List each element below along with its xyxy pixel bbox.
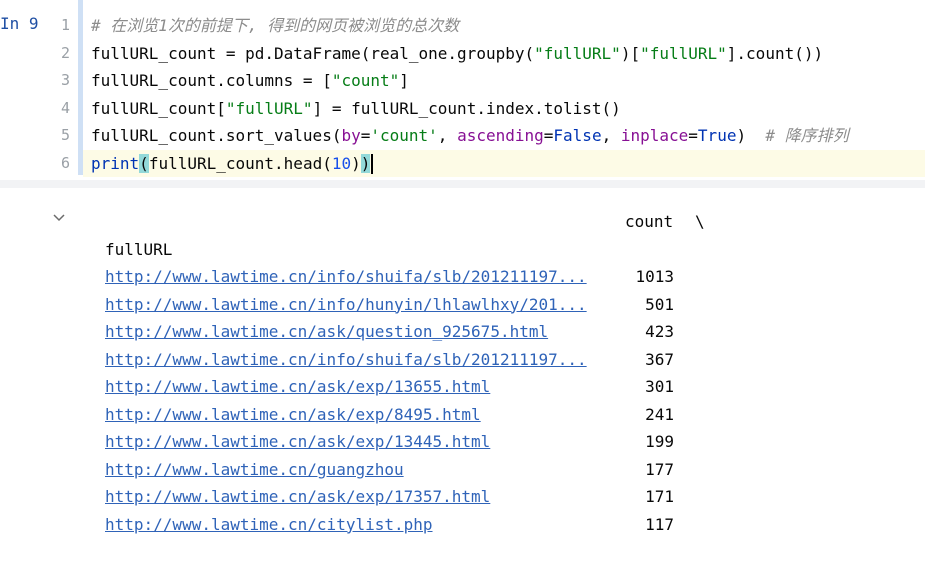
code-text: fullURL_count.head( (148, 153, 332, 173)
code-string: "count" (331, 71, 400, 90)
column-header-count: count (625, 212, 674, 231)
code-string: "fullURL" (640, 43, 727, 63)
url-link[interactable]: http://www.lawtime.cn/ask/exp/17357.html (105, 487, 490, 506)
matched-paren: ( (139, 153, 149, 173)
code-text: ) (736, 126, 747, 145)
code-kwarg: by (341, 126, 361, 145)
code-text: = (543, 126, 554, 145)
cell-output: count \ fullURL http://www.lawtime.cn/in… (105, 208, 725, 538)
code-builtin: print (91, 153, 140, 173)
code-string: "fullURL" (534, 43, 621, 63)
code-line-3[interactable]: fullURL_count.columns = ["count"] (83, 67, 925, 95)
code-text: fullURL_count.columns = [ (91, 71, 332, 90)
count-value: 117 (645, 514, 674, 534)
count-value: 367 (645, 349, 674, 369)
url-link[interactable]: http://www.lawtime.cn/citylist.php (105, 515, 433, 534)
url-link[interactable]: http://www.lawtime.cn/info/shuifa/slb/20… (105, 267, 587, 286)
code-number: 10 (331, 153, 352, 173)
line-number: 4 (60, 98, 70, 117)
table-row: http://www.lawtime.cn/ask/exp/17357.html… (105, 483, 725, 511)
code-comment: # 在浏览1次的前提下, 得到的网页被浏览的总次数 (91, 16, 460, 35)
code-constant: True (697, 126, 737, 145)
code-text: fullURL_count.sort_values( (91, 126, 342, 145)
code-text: fullURL_count = pd.DataFrame(real_one.gr… (91, 43, 535, 63)
table-row: http://www.lawtime.cn/info/shuifa/slb/20… (105, 263, 725, 291)
text-cursor (371, 154, 374, 174)
code-editor[interactable]: # 在浏览1次的前提下, 得到的网页被浏览的总次数 fullURL_count … (83, 12, 925, 177)
line-number: 5 (60, 126, 70, 144)
chevron-down-icon[interactable] (53, 210, 65, 226)
count-value: 177 (645, 459, 674, 479)
count-value: 199 (645, 432, 674, 451)
code-kwarg: ascending (457, 126, 544, 145)
table-row: http://www.lawtime.cn/ask/exp/13445.html… (105, 428, 725, 456)
url-link[interactable]: http://www.lawtime.cn/info/shuifa/slb/20… (105, 350, 587, 369)
table-row: http://www.lawtime.cn/ask/exp/8495.html 2… (105, 401, 725, 429)
code-text: fullURL_count[ (91, 98, 226, 118)
code-text: ] (399, 71, 409, 90)
count-value: 1013 (635, 267, 674, 286)
count-value: 501 (645, 294, 674, 314)
code-line-4[interactable]: fullURL_count["fullURL"] = fullURL_count… (83, 95, 925, 123)
url-link[interactable]: http://www.lawtime.cn/ask/exp/8495.html (105, 405, 481, 424)
matched-paren: ) (360, 153, 371, 173)
url-link[interactable]: http://www.lawtime.cn/ask/exp/13655.html (105, 377, 490, 396)
table-row: http://www.lawtime.cn/guangzhou 177 (105, 456, 725, 484)
count-value: 241 (645, 404, 674, 424)
cell-prompt: In 9 (0, 14, 39, 33)
code-string: 'count' (370, 126, 438, 145)
url-link[interactable]: http://www.lawtime.cn/info/hunyin/lhlawl… (105, 295, 587, 314)
line-continuation: \ (695, 212, 705, 231)
code-kwarg: inplace (620, 126, 689, 145)
line-number-gutter: 1 2 3 4 5 6 (44, 12, 76, 177)
url-link[interactable]: http://www.lawtime.cn/guangzhou (105, 460, 404, 479)
table-row: http://www.lawtime.cn/info/shuifa/slb/20… (105, 346, 725, 374)
index-name: fullURL (105, 239, 173, 259)
code-text: ) (351, 153, 361, 173)
table-row: http://www.lawtime.cn/info/hunyin/lhlawl… (105, 291, 725, 319)
output-header-row: count \ (105, 208, 725, 236)
code-comment: # 降序排列 (746, 126, 849, 145)
line-number: 2 (60, 43, 70, 62)
code-string: "fullURL" (225, 98, 313, 118)
line-number: 3 (60, 71, 70, 89)
code-text: , (601, 126, 621, 145)
code-text: = (688, 126, 698, 145)
url-link[interactable]: http://www.lawtime.cn/ask/question_92567… (105, 322, 548, 341)
code-line-6[interactable]: print(fullURL_count.head(10)) (83, 149, 925, 177)
line-number: 1 (60, 16, 70, 34)
line-number: 6 (60, 153, 70, 172)
code-text: , (437, 126, 458, 145)
count-value: 423 (645, 322, 674, 341)
cell-output-separator (0, 180, 925, 188)
count-value: 171 (645, 487, 674, 506)
table-row: http://www.lawtime.cn/ask/question_92567… (105, 318, 725, 346)
code-constant: False (553, 126, 602, 145)
count-value: 301 (645, 377, 674, 396)
code-text: = (360, 126, 371, 145)
table-row: http://www.lawtime.cn/ask/exp/13655.html… (105, 373, 725, 401)
code-text: )[ (620, 43, 641, 63)
code-text: ] = fullURL_count.index.tolist() (312, 98, 621, 118)
code-line-2[interactable]: fullURL_count = pd.DataFrame(real_one.gr… (83, 40, 925, 68)
code-line-1[interactable]: # 在浏览1次的前提下, 得到的网页被浏览的总次数 (83, 12, 925, 40)
code-text: ].count()) (726, 43, 824, 63)
url-link[interactable]: http://www.lawtime.cn/ask/exp/13445.html (105, 432, 490, 451)
code-line-5[interactable]: fullURL_count.sort_values(by='count', as… (83, 122, 925, 150)
table-row: http://www.lawtime.cn/citylist.php 117 (105, 511, 725, 539)
